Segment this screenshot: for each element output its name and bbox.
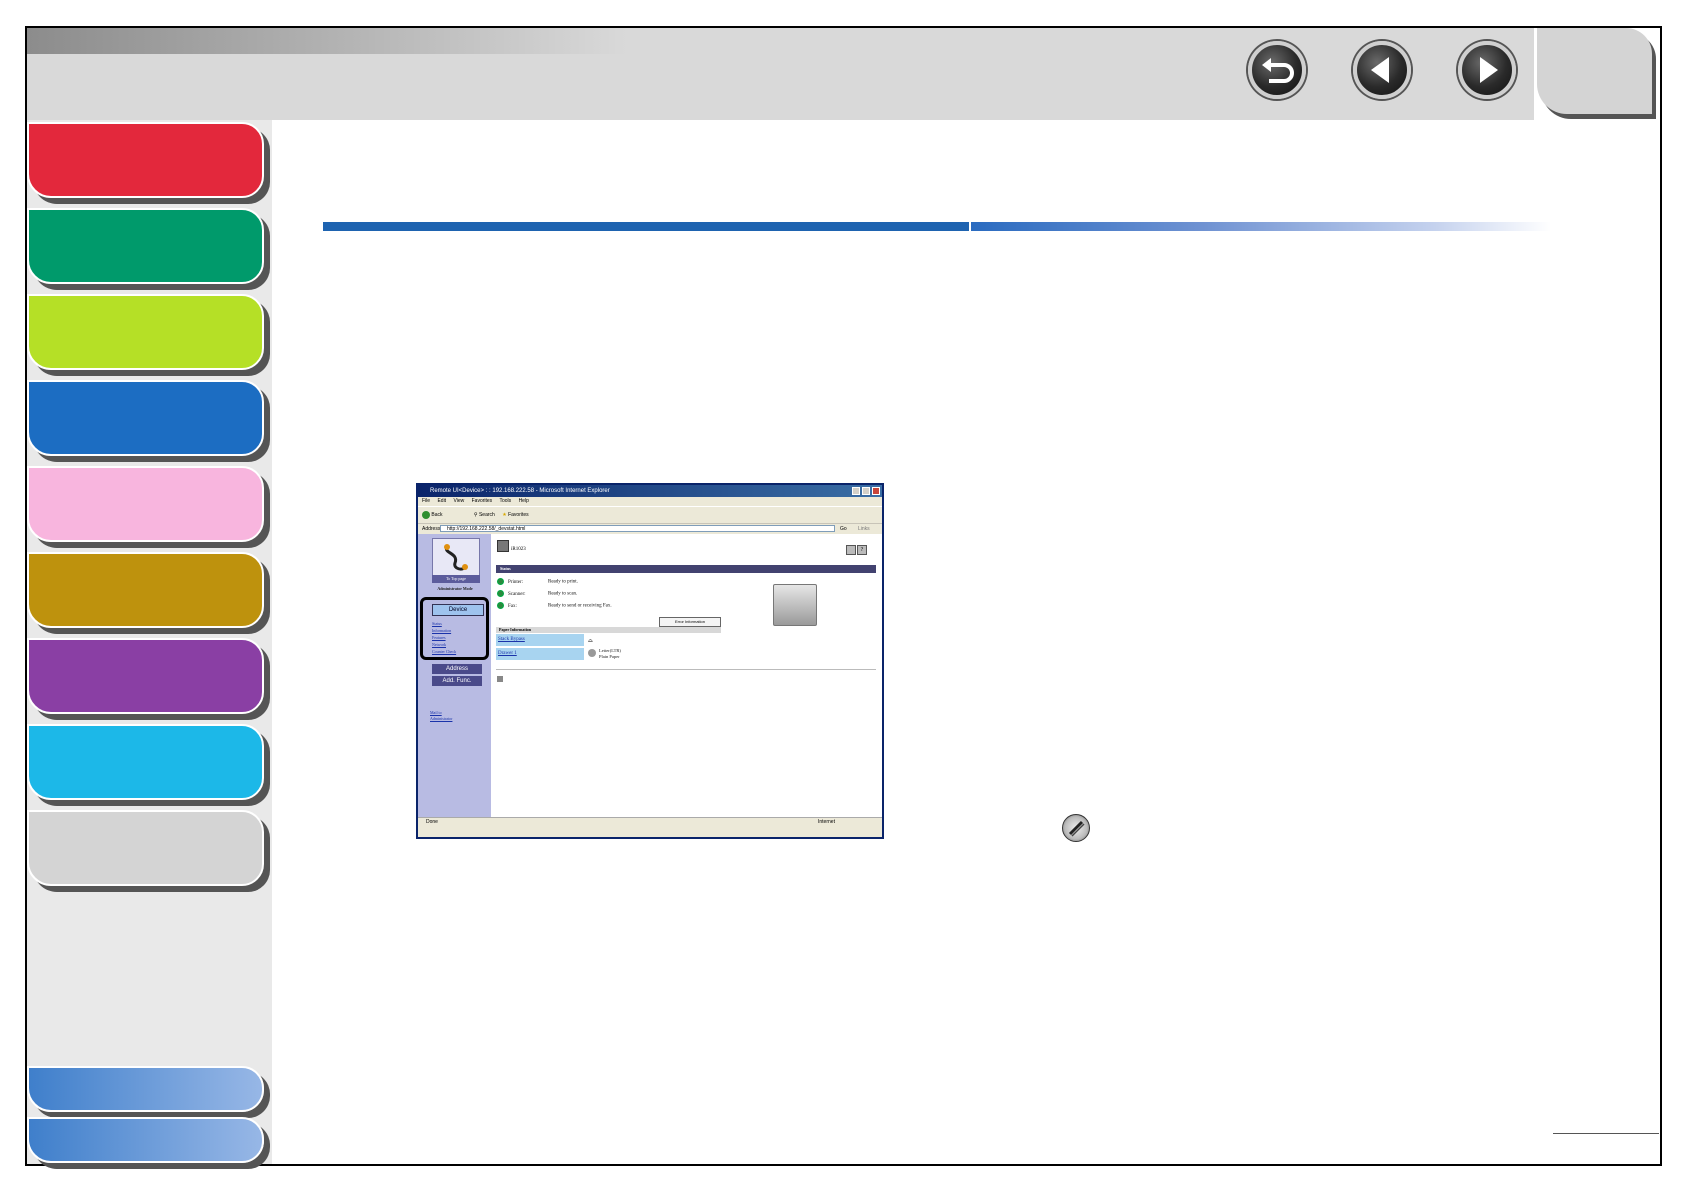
link-network[interactable]: Network — [432, 641, 456, 648]
paper-source-drawer-1[interactable]: Drawer 1 — [496, 648, 584, 660]
browser-title-bar: Remote UI<Device> : : 192.168.222.58 - M… — [418, 485, 882, 497]
tools-icon — [444, 544, 468, 571]
next-page-icon — [1480, 57, 1498, 83]
tray-icon: ⌓ — [588, 638, 593, 644]
mail-admin-link[interactable]: Mail to Administrator — [430, 710, 452, 722]
header-gradient — [27, 28, 627, 54]
heading-rule — [323, 222, 969, 231]
chapter-tab-6[interactable] — [27, 552, 264, 628]
menu-help[interactable]: Help — [519, 498, 529, 504]
previous-page-icon — [1371, 57, 1389, 83]
link-status[interactable]: Status — [432, 620, 456, 627]
browser-toolbar: Back ⚲ Search ★ Favorites — [418, 506, 882, 523]
back-arrow-icon[interactable] — [422, 510, 430, 519]
links-label[interactable]: Links — [858, 524, 870, 534]
menu-view[interactable]: View — [453, 498, 464, 504]
page-number-rule — [1553, 1133, 1659, 1134]
previous-page-button[interactable] — [1353, 41, 1411, 99]
mode-label: Administrator Mode — [437, 586, 473, 591]
status-heading: Status — [496, 565, 876, 573]
link-counter-check[interactable]: Counter Check — [432, 648, 456, 655]
link-information[interactable]: Information — [432, 627, 456, 634]
chapter-tab-4[interactable] — [27, 380, 264, 456]
back-button[interactable] — [1248, 41, 1306, 99]
favorites-icon: ★ — [502, 512, 507, 518]
maximize-icon[interactable] — [862, 487, 870, 495]
status-value: Ready to scan. — [548, 591, 578, 597]
toolbar-favorites[interactable]: Favorites — [508, 512, 529, 518]
heading-rule-gradient — [971, 222, 1551, 231]
menu-tools[interactable]: Tools — [499, 498, 511, 504]
go-button[interactable]: Go — [840, 524, 847, 534]
address-input[interactable]: http://192.168.222.58/_devstat.html — [440, 525, 835, 532]
contents-tab[interactable] — [1537, 28, 1652, 114]
menu-favorites[interactable]: Favorites — [472, 498, 493, 504]
address-label: Address — [422, 526, 441, 532]
top-page-label[interactable]: To Top page — [432, 575, 480, 583]
device-button[interactable]: Device — [432, 604, 484, 616]
drawer-icon — [588, 649, 596, 657]
mail-admin-line-2[interactable]: Administrator — [430, 716, 452, 722]
printer-icon — [497, 540, 509, 552]
remote-ui-sidebar: To Top page Administrator Mode Device St… — [418, 534, 491, 817]
chapter-tab-1[interactable] — [27, 122, 264, 198]
browser-title: Remote UI<Device> : : 192.168.222.58 - M… — [430, 488, 610, 494]
search-icon: ⚲ — [473, 512, 478, 518]
status-done: Done — [426, 819, 438, 825]
status-label: Scanner: — [508, 591, 526, 597]
status-zone: Internet — [818, 819, 835, 825]
close-icon[interactable] — [872, 487, 880, 495]
status-row-printer: Printer: Ready to print. — [497, 578, 578, 585]
status-row-scanner: Scanner: Ready to scan. — [497, 590, 577, 597]
status-row-fax: Fax: Ready to send or receiving Fax. — [497, 602, 612, 609]
device-links: Status Information Features Network Coun… — [432, 620, 456, 655]
status-ok-icon — [497, 590, 504, 597]
status-label: Printer: — [508, 579, 523, 585]
menu-edit[interactable]: Edit — [437, 498, 446, 504]
chapter-tab-9[interactable] — [27, 810, 264, 886]
bottom-tab-2[interactable] — [27, 1117, 264, 1163]
next-page-button[interactable] — [1458, 41, 1516, 99]
chapter-tab-8[interactable] — [27, 724, 264, 800]
address-button[interactable]: Address — [432, 664, 482, 674]
chapter-tab-5[interactable] — [27, 466, 264, 542]
minimize-icon[interactable] — [852, 487, 860, 495]
back-icon — [1262, 58, 1294, 83]
status-label: Fax: — [508, 603, 517, 609]
error-information-button[interactable]: Error Information — [659, 617, 721, 627]
remote-ui-main: iR1023 ? Status Printer: Ready to print. … — [491, 534, 882, 817]
chapter-tab-2[interactable] — [27, 208, 264, 284]
footer-icon — [497, 676, 503, 682]
menu-file[interactable]: File — [422, 498, 430, 504]
device-model: iR1023 — [511, 547, 526, 552]
status-value: Ready to send or receiving Fax. — [548, 603, 612, 609]
bottom-tab-1[interactable] — [27, 1066, 264, 1112]
drawer-1-type: Plain Paper — [599, 654, 620, 659]
status-value: Ready to print. — [548, 579, 578, 585]
link-features[interactable]: Features — [432, 634, 456, 641]
copier-image — [773, 584, 817, 626]
remote-ui-logo[interactable] — [432, 538, 480, 578]
help-icon[interactable]: ? — [857, 545, 867, 555]
browser-status-bar: Done Internet — [418, 817, 882, 837]
chapter-tab-3[interactable] — [27, 294, 264, 370]
note-icon — [1062, 814, 1090, 842]
remote-ui-content: To Top page Administrator Mode Device St… — [418, 534, 882, 817]
paper-source-stack-bypass[interactable]: Stack Bypass — [496, 634, 584, 646]
toolbar-search[interactable]: Search — [479, 512, 495, 518]
pencil-icon — [1068, 820, 1085, 837]
toolbar-back[interactable]: Back — [431, 512, 442, 518]
browser-screenshot: Remote UI<Device> : : 192.168.222.58 - M… — [416, 483, 884, 839]
refresh-icon[interactable] — [846, 545, 856, 555]
content-divider — [496, 669, 876, 670]
browser-menu-bar: File Edit View Favorites Tools Help — [418, 497, 882, 506]
chapter-tab-7[interactable] — [27, 638, 264, 714]
drawer-1-paper: Letter(LTR) Plain Paper — [599, 648, 621, 660]
status-ok-icon — [497, 578, 504, 585]
address-bar: Address http://192.168.222.58/_devstat.h… — [418, 523, 882, 534]
add-func-button[interactable]: Add. Func. — [432, 676, 482, 686]
paper-information-heading: Paper Information — [496, 627, 721, 633]
status-ok-icon — [497, 602, 504, 609]
